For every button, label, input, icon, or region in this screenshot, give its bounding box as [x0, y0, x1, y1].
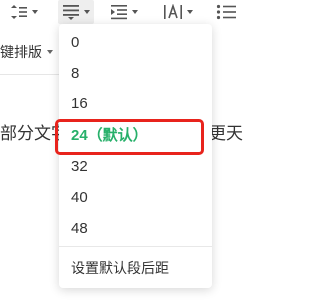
- menu-divider: [59, 246, 212, 247]
- chevron-down-icon: [32, 10, 38, 14]
- document-text: 部分文字: [0, 124, 68, 143]
- line-spacing-button[interactable]: [10, 0, 38, 24]
- chevron-down-icon: [187, 10, 193, 14]
- character-spacing-button[interactable]: [163, 0, 193, 24]
- chevron-down-icon: [47, 50, 53, 54]
- paragraph-spacing-icon: [63, 5, 79, 20]
- divider: [0, 74, 60, 75]
- spacing-option-16[interactable]: 16: [59, 88, 212, 118]
- spacing-option-48[interactable]: 48: [59, 213, 212, 243]
- one-click-typesetting-button[interactable]: 键排版: [0, 42, 53, 62]
- typesetting-label: 键排版: [0, 44, 42, 60]
- indent-button[interactable]: [110, 0, 138, 24]
- spacing-option-8[interactable]: 8: [59, 58, 212, 88]
- list-icon: [216, 4, 236, 20]
- spacing-option-40[interactable]: 40: [59, 182, 212, 212]
- document-text: 更天: [209, 124, 243, 143]
- chevron-down-icon: [132, 10, 138, 14]
- line-spacing-icon: [11, 5, 27, 19]
- spacing-option-32[interactable]: 32: [59, 151, 212, 181]
- list-button[interactable]: [216, 0, 236, 24]
- character-spacing-icon: [164, 4, 182, 19]
- spacing-option-24-default[interactable]: 24（默认）: [59, 119, 212, 149]
- paragraph-spacing-dropdown: 0 8 16 24（默认） 32 40 48 设置默认段后距: [59, 24, 212, 288]
- paragraph-spacing-button[interactable]: [58, 0, 94, 24]
- toolbar: [0, 0, 243, 26]
- set-default-spacing-button[interactable]: 设置默认段后距: [59, 253, 212, 283]
- indent-icon: [111, 5, 127, 20]
- spacing-option-0[interactable]: 0: [59, 27, 212, 57]
- chevron-down-icon: [84, 10, 90, 14]
